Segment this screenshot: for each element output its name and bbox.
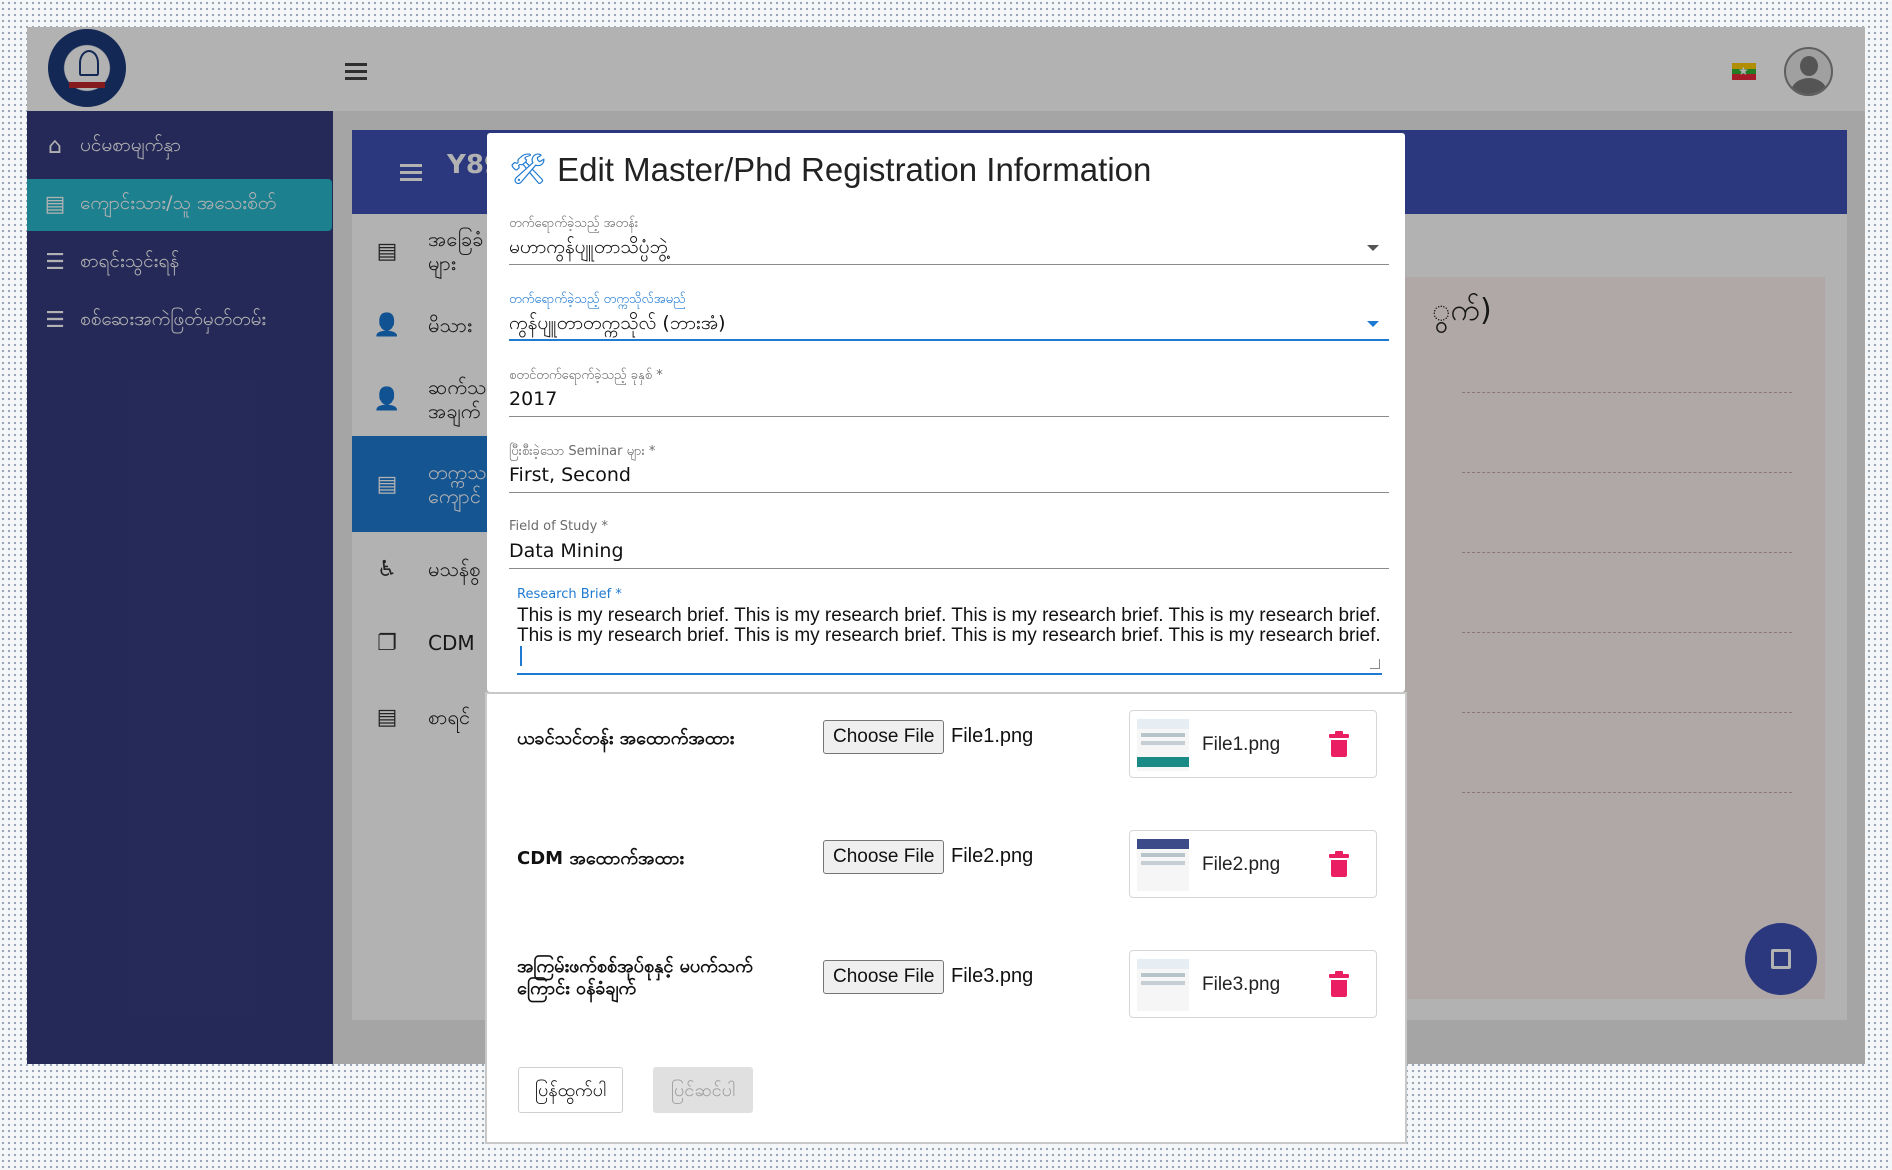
file-row-declaration: အကြမ်းဖက်စစ်အုပ်စုနှင့် မပက်သက်ကြောင်း ဝ… <box>487 934 1409 1018</box>
field-label: Field of Study * <box>509 519 608 534</box>
field-value: မဟာကွန်ပျူတာသိပ္ပံဘွဲ့ <box>509 236 668 258</box>
dropdown-arrow-icon[interactable] <box>1367 321 1379 327</box>
edit-registration-dialog: 🛠 Edit Master/Phd Registration Informati… <box>487 133 1405 692</box>
field-label: Research Brief * <box>517 587 622 602</box>
choose-file-button[interactable]: Choose File <box>823 720 945 754</box>
file-upload-panel: ယခင်သင်တန်း အထောက်အထား Choose File File1… <box>485 692 1407 1144</box>
dialog-title: 🛠 Edit Master/Phd Registration Informati… <box>509 151 1151 189</box>
delete-icon[interactable] <box>1329 971 1349 997</box>
dialog-title-text: Edit Master/Phd Registration Information <box>557 151 1152 188</box>
file-thumbnail <box>1137 839 1189 891</box>
university-name-select[interactable]: တက်ရောက်ခဲ့သည့် တက္ကသိုလ်အမည် ကွန်ပျူတာတ… <box>509 291 1389 341</box>
file-row-label: အကြမ်းဖက်စစ်အုပ်စုနှင့် မပက်သက်ကြောင်း ဝ… <box>517 956 753 999</box>
tools-icon: 🛠 <box>509 152 548 187</box>
chosen-file-name: File2.png <box>951 845 1034 867</box>
uploaded-file-card: File3.png <box>1129 950 1377 1018</box>
uploaded-file-card: File1.png <box>1129 710 1377 778</box>
delete-icon[interactable] <box>1329 731 1349 757</box>
uploaded-file-name: File1.png <box>1202 734 1281 755</box>
seminars-input[interactable]: ပြီးစီးခဲ့သော Seminar များ * First, Seco… <box>509 443 1389 493</box>
update-button[interactable]: ပြင်ဆင်ပါ <box>653 1067 754 1113</box>
field-label: ပြီးစီးခဲ့သော Seminar များ * <box>509 444 656 459</box>
file-row-cdm: CDM အထောက်အထား Choose File File2.png Fil… <box>487 814 1409 898</box>
file-thumbnail <box>1137 959 1189 1011</box>
file-row-label: CDM အထောက်အထား <box>517 848 684 869</box>
dropdown-arrow-icon[interactable] <box>1367 245 1379 251</box>
back-button[interactable]: ပြန်ထွက်ပါ <box>518 1067 623 1113</box>
file-thumbnail <box>1137 719 1189 771</box>
research-brief-textarea[interactable]: Research Brief * This is my research bri… <box>517 587 1382 675</box>
uploaded-file-name: File3.png <box>1202 974 1281 995</box>
field-label: တက်ရောက်ခဲ့သည့် အတန်း <box>509 216 639 231</box>
field-value: 2017 <box>509 383 1389 417</box>
field-label: တက်ရောက်ခဲ့သည့် တက္ကသိုလ်အမည် <box>509 292 686 307</box>
field-value: Data Mining <box>509 535 1389 569</box>
chosen-file-name: File3.png <box>951 965 1034 987</box>
class-attended-select[interactable]: တက်ရောက်ခဲ့သည့် အတန်း မဟာကွန်ပျူတာသိပ္ပံ… <box>509 215 1389 265</box>
choose-file-button[interactable]: Choose File <box>823 960 945 994</box>
file-row-label: ယခင်သင်တန်း အထောက်အထား <box>517 728 735 749</box>
uploaded-file-name: File2.png <box>1202 854 1281 875</box>
choose-file-button[interactable]: Choose File <box>823 840 945 874</box>
field-label: စတင်တက်ရောက်ခဲ့သည့် ခုနှစ် * <box>509 368 663 383</box>
file-row-previous-training: ယခင်သင်တန်း အထောက်အထား Choose File File1… <box>487 694 1409 778</box>
field-value: First, Second <box>509 459 1389 493</box>
delete-icon[interactable] <box>1329 851 1349 877</box>
field-of-study-input[interactable]: Field of Study * Data Mining <box>509 519 1389 569</box>
research-brief-text: This is my research brief. This is my re… <box>517 605 1381 646</box>
start-year-input[interactable]: စတင်တက်ရောက်ခဲ့သည့် ခုနှစ် * 2017 <box>509 367 1389 417</box>
text-cursor <box>520 646 522 666</box>
resize-handle[interactable] <box>1370 659 1380 669</box>
uploaded-file-card: File2.png <box>1129 830 1377 898</box>
field-value: ကွန်ပျူတာတက္ကသိုလ် (ဘားအံ) <box>509 312 726 334</box>
chosen-file-name: File1.png <box>951 725 1034 747</box>
